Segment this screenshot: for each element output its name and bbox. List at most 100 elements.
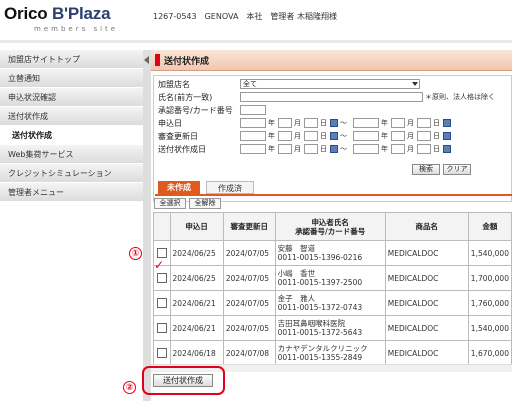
product-cell: MEDICALDOC	[384, 240, 469, 266]
sidebar-item-site-top[interactable]: 加盟店サイトトップ	[0, 50, 143, 69]
create-from-day[interactable]	[304, 144, 318, 154]
apply-from-month[interactable]	[278, 118, 292, 128]
store-select[interactable]: 全て	[240, 79, 420, 89]
apply-to-year[interactable]	[353, 118, 379, 128]
day-label: 日	[433, 145, 440, 153]
apply-from-year[interactable]	[240, 118, 266, 128]
apply-date-cell: 2024/06/25	[169, 265, 224, 291]
orico-logo[interactable]: Orico B'Plaza members site	[4, 4, 118, 33]
approval-input-1[interactable]	[240, 105, 266, 115]
month-label: 月	[294, 119, 301, 127]
applicant-cell: 小嶋 香世 0011-0015-1397-2500	[274, 265, 386, 291]
header: Orico B'Plaza members site 1267-0543 GEN…	[0, 0, 512, 44]
approval-number: 0011-0015-1372-0743	[277, 303, 363, 312]
year-label: 年	[268, 132, 275, 140]
clear-button[interactable]: クリア	[443, 164, 471, 175]
review-from-year[interactable]	[240, 131, 266, 141]
highlight-box	[142, 366, 225, 395]
amount-cell: 1,670,000	[467, 340, 512, 366]
name-input[interactable]	[240, 92, 423, 102]
product-cell: MEDICALDOC	[384, 265, 469, 291]
search-button[interactable]: 検索	[412, 164, 440, 175]
header-approval-number: 承認番号/カード番号	[295, 226, 366, 236]
table-row[interactable]: 2024/06/21 2024/07/05 金子 雅人 0011-0015-13…	[153, 290, 512, 316]
tab-not-created[interactable]: 未作成	[158, 181, 200, 194]
row-checkbox[interactable]	[156, 248, 167, 258]
apply-date-label: 申込日	[158, 119, 182, 128]
apply-date-row: 申込日 年 月 日 ～ 年 月 日	[158, 118, 512, 129]
table-header-row: 申込日 審査更新日 申込者氏名 承認番号/カード番号 商品名 金額	[153, 212, 512, 241]
amount-cell: 1,540,000	[467, 315, 512, 341]
sidebar-item-admin-menu[interactable]: 管理者メニュー	[0, 183, 143, 202]
apply-to-month[interactable]	[391, 118, 405, 128]
apply-date-cell: 2024/06/21	[169, 290, 224, 316]
review-to-year[interactable]	[353, 131, 379, 141]
apply-from-day[interactable]	[304, 118, 318, 128]
day-label: 日	[320, 132, 327, 140]
calendar-icon[interactable]	[443, 132, 451, 140]
apply-to-day[interactable]	[417, 118, 431, 128]
calendar-icon[interactable]	[443, 119, 451, 127]
day-label: 日	[320, 145, 327, 153]
row-checkbox[interactable]	[156, 273, 167, 283]
amount-cell: 1,540,000	[467, 240, 512, 266]
table-row[interactable]: 2024/06/25 2024/07/05 安藤 智道 0011-0015-13…	[153, 240, 512, 266]
review-date-cell: 2024/07/05	[222, 315, 276, 341]
row-checkbox[interactable]	[156, 323, 167, 333]
sidebar-subitem-cover-letter-create[interactable]: 送付状作成	[0, 126, 143, 145]
row-checkbox[interactable]	[156, 298, 167, 308]
sidebar-item-web-pickup[interactable]: Web集荷サービス	[0, 145, 143, 164]
page-title-bar: 送付状作成	[151, 50, 512, 71]
review-date-cell: 2024/07/08	[222, 340, 276, 366]
applicant-cell: 安藤 智道 0011-0015-1396-0216	[274, 240, 386, 266]
amount-cell: 1,700,000	[467, 265, 512, 291]
collapse-arrow-icon	[144, 56, 149, 64]
logo-subtitle: members site	[34, 25, 119, 33]
create-to-year[interactable]	[353, 144, 379, 154]
results-table: 申込日 審査更新日 申込者氏名 承認番号/カード番号 商品名 金額 2024/0…	[153, 212, 512, 366]
year-label: 年	[268, 145, 275, 153]
range-tilde: ～	[340, 119, 347, 127]
review-from-month[interactable]	[278, 131, 292, 141]
sidebar-item-payment-notice[interactable]: 立替通知	[0, 69, 143, 88]
header-amount: 金額	[467, 212, 512, 241]
create-from-year[interactable]	[240, 144, 266, 154]
sidebar-item-credit-simulation[interactable]: クレジットシミュレーション	[0, 164, 143, 183]
review-date-cell: 2024/07/05	[222, 240, 276, 266]
applicant-name: 吉田耳鼻咽喉科医院	[277, 319, 346, 328]
store-select-value: 全て	[243, 80, 257, 88]
sidebar-toggle[interactable]	[143, 50, 151, 401]
calendar-icon[interactable]	[330, 132, 338, 140]
sidebar-item-cover-letter[interactable]: 送付状作成	[0, 107, 143, 126]
review-to-day[interactable]	[417, 131, 431, 141]
row-checkbox-cell	[153, 315, 171, 341]
applicant-cell: カナヤデンタルクリニック 0011-0015-1355-2849	[274, 340, 386, 366]
table-row[interactable]: 2024/06/25 2024/07/05 小嶋 香世 0011-0015-13…	[153, 265, 512, 291]
create-from-month[interactable]	[278, 144, 292, 154]
deselect-all-button[interactable]: 全解除	[189, 198, 221, 209]
create-to-day[interactable]	[417, 144, 431, 154]
calendar-icon[interactable]	[330, 145, 338, 153]
applicant-name: 小嶋 香世	[277, 269, 316, 278]
logo-text: Orico B'Plaza	[4, 4, 118, 24]
year-label: 年	[268, 119, 275, 127]
tab-created[interactable]: 作成済	[206, 181, 254, 194]
review-date-cell: 2024/07/05	[222, 265, 276, 291]
header-divider	[0, 40, 512, 43]
month-label: 月	[407, 145, 414, 153]
select-all-button[interactable]: 全選択	[154, 198, 186, 209]
amount-cell: 1,760,000	[467, 290, 512, 316]
sidebar-item-application-status[interactable]: 申込状況確認	[0, 88, 143, 107]
table-row[interactable]: 2024/06/18 2024/07/08 カナヤデンタルクリニック 0011-…	[153, 340, 512, 366]
table-row[interactable]: 2024/06/21 2024/07/05 吉田耳鼻咽喉科医院 0011-001…	[153, 315, 512, 341]
review-to-month[interactable]	[391, 131, 405, 141]
header-apply-date: 申込日	[169, 212, 224, 241]
create-to-month[interactable]	[391, 144, 405, 154]
calendar-icon[interactable]	[443, 145, 451, 153]
calendar-icon[interactable]	[330, 119, 338, 127]
header-applicant: 申込者氏名 承認番号/カード番号	[274, 212, 386, 241]
row-checkbox[interactable]	[156, 348, 167, 358]
create-date-row: 送付状作成日 年 月 日 ～ 年 月 日	[158, 144, 512, 155]
review-from-day[interactable]	[304, 131, 318, 141]
user-info: 1267-0543 GENOVA 本社 管理者 木稲隆翔様	[153, 12, 337, 21]
